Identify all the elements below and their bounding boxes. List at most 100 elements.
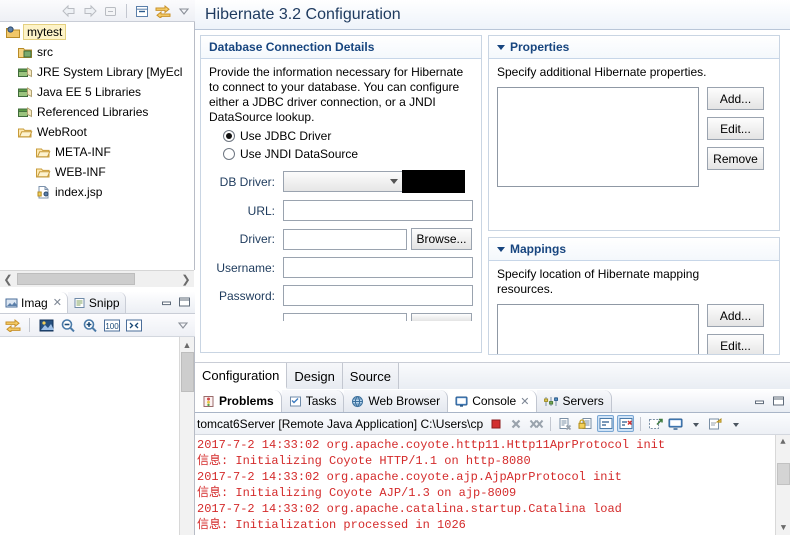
link-with-editor-icon[interactable] (4, 316, 22, 334)
tree-item-javaee-libraries[interactable]: Java EE 5 Libraries (0, 82, 194, 102)
tab-design[interactable]: Design (287, 363, 343, 389)
image-view-vertical-scrollbar[interactable]: ▲ (179, 337, 194, 535)
console-vertical-scrollbar[interactable]: ▲ ▼ (775, 435, 790, 535)
mappings-add-button[interactable]: Add... (707, 304, 764, 327)
scroll-up-arrow-icon[interactable]: ▲ (776, 435, 790, 449)
password-input[interactable] (283, 285, 473, 306)
tab-label: Problems (219, 394, 274, 408)
collapse-package-icon[interactable] (102, 2, 120, 20)
tab-snippets[interactable]: Snipp (67, 292, 126, 313)
fit-to-window-icon[interactable] (125, 316, 143, 334)
svg-text:100: 100 (105, 322, 119, 331)
zoom-in-icon[interactable] (81, 316, 99, 334)
tab-image[interactable]: Imag ✕ (0, 292, 68, 313)
section-header-mappings[interactable]: Mappings (489, 238, 779, 261)
mappings-edit-button[interactable]: Edit... (707, 334, 764, 354)
scroll-down-arrow-icon[interactable]: ▼ (776, 521, 790, 535)
username-input[interactable] (283, 257, 473, 278)
partial-input[interactable] (283, 313, 407, 321)
tab-web-browser[interactable]: Web Browser (344, 390, 449, 412)
zoom-100-icon[interactable]: 100 (103, 316, 121, 334)
tab-source[interactable]: Source (342, 363, 399, 389)
folder-icon (34, 144, 52, 160)
properties-edit-button[interactable]: Edit... (707, 117, 764, 140)
mappings-section-body: Specify location of Hibernate mapping re… (489, 261, 779, 354)
display-selected-console-icon[interactable] (667, 415, 684, 432)
properties-list[interactable] (497, 87, 699, 187)
zoom-out-icon[interactable] (59, 316, 77, 334)
tree-item-index-jsp[interactable]: index.jsp (0, 182, 194, 202)
scroll-lock-icon[interactable] (577, 415, 594, 432)
scroll-left-arrow-icon[interactable]: ❮ (0, 273, 16, 286)
project-tree[interactable]: mytest src JRE System Library [MyEcl Jav… (0, 22, 195, 270)
field-row-db-driver: DB Driver: (209, 170, 473, 193)
partial-button[interactable] (411, 313, 472, 321)
word-wrap-icon[interactable] (597, 415, 615, 432)
tree-item-referenced-libraries[interactable]: Referenced Libraries (0, 102, 194, 122)
tab-problems[interactable]: Problems (195, 390, 282, 412)
chevron-down-icon[interactable] (497, 44, 505, 50)
tree-item-webroot[interactable]: WebRoot (0, 122, 194, 142)
collapse-all-icon[interactable] (133, 2, 151, 20)
back-icon[interactable] (60, 2, 78, 20)
tree-item-jre-library[interactable]: JRE System Library [MyEcl (0, 62, 194, 82)
pin-console-icon[interactable] (647, 415, 664, 432)
image-view-canvas[interactable]: ▲ (0, 337, 194, 535)
view-menu-icon[interactable] (174, 316, 192, 334)
bottom-tabfolder: Problems Tasks Web Browser Console ✕ Ser… (195, 390, 790, 413)
url-input[interactable] (283, 200, 473, 221)
properties-add-button[interactable]: Add... (707, 87, 764, 110)
close-icon[interactable]: ✕ (53, 296, 62, 309)
image-properties-icon[interactable] (37, 316, 55, 334)
tree-item-project[interactable]: mytest (0, 22, 194, 42)
minimize-button[interactable] (752, 394, 767, 408)
open-console-icon[interactable] (707, 415, 724, 432)
java-project-icon (4, 24, 22, 40)
mappings-list[interactable] (497, 304, 699, 354)
driver-input[interactable] (283, 228, 407, 250)
scrollbar-thumb[interactable] (17, 273, 135, 285)
display-console-dropdown-icon[interactable] (687, 415, 704, 432)
tab-servers[interactable]: Servers (537, 390, 612, 412)
maximize-button[interactable] (177, 295, 192, 309)
tree-item-meta-inf[interactable]: META-INF (0, 142, 194, 162)
close-icon[interactable]: ✕ (520, 395, 529, 408)
chevron-down-icon[interactable] (497, 246, 505, 252)
scrollbar-thumb[interactable] (181, 352, 194, 392)
radio-button-icon[interactable] (223, 148, 235, 160)
scroll-up-arrow-icon[interactable]: ▲ (180, 337, 194, 352)
console-line: 信息: Initializing Coyote HTTP/1.1 on http… (197, 454, 531, 468)
tab-configuration[interactable]: Configuration (195, 363, 288, 389)
clear-console-icon[interactable] (557, 415, 574, 432)
db-driver-combo[interactable] (283, 171, 403, 192)
radio-use-jdbc-driver[interactable]: Use JDBC Driver (209, 129, 473, 143)
maximize-button[interactable] (771, 394, 786, 408)
tree-item-label: WebRoot (37, 125, 87, 139)
forward-icon[interactable] (81, 2, 99, 20)
remove-launch-icon[interactable] (507, 415, 524, 432)
properties-remove-button[interactable]: Remove (707, 147, 764, 170)
remove-all-terminated-icon[interactable] (527, 415, 544, 432)
minimize-button[interactable] (159, 295, 174, 309)
section-title: Mappings (510, 242, 566, 256)
radio-use-jndi-datasource[interactable]: Use JNDI DataSource (209, 147, 473, 161)
browse-button[interactable]: Browse... (411, 228, 472, 250)
terminate-icon[interactable] (487, 415, 504, 432)
open-console-dropdown-icon[interactable] (727, 415, 744, 432)
scroll-right-arrow-icon[interactable]: ❯ (178, 273, 194, 286)
tree-item-label: mytest (23, 24, 67, 40)
tree-item-web-inf[interactable]: WEB-INF (0, 162, 194, 182)
tab-tasks[interactable]: Tasks (281, 390, 345, 412)
section-header-properties[interactable]: Properties (489, 36, 779, 59)
section-title: Properties (510, 40, 570, 54)
link-with-editor-icon[interactable] (154, 2, 172, 20)
project-tree-horizontal-scrollbar[interactable]: ❮ ❯ (0, 270, 194, 287)
section-header-database: Database Connection Details (201, 36, 481, 59)
scrollbar-thumb[interactable] (777, 463, 790, 485)
tab-console[interactable]: Console ✕ (448, 390, 538, 412)
show-console-on-output-icon[interactable] (617, 415, 635, 432)
tree-item-src[interactable]: src (0, 42, 194, 62)
view-menu-icon[interactable] (175, 2, 193, 20)
console-output[interactable]: 2017-7-2 14:33:02 org.apache.coyote.http… (195, 435, 790, 535)
radio-button-icon[interactable] (223, 130, 235, 142)
